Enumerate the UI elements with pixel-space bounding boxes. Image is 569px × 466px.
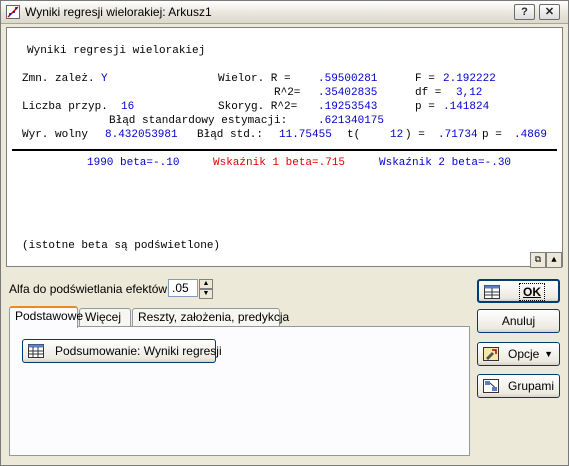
p2-value: .4869	[514, 129, 548, 141]
spin-up-icon[interactable]: ▲	[199, 279, 213, 289]
dep-value: Y	[101, 73, 108, 85]
ok-table-icon	[484, 285, 500, 299]
title-bar[interactable]: Wyniki regresji wielorakiej: Arkusz1 ? ✕	[1, 1, 568, 24]
beta-1990: 1990 beta=-.10	[87, 157, 180, 169]
beta-wskaznik-2: Wskaźnik 2 beta=-.30	[379, 157, 512, 169]
bstd-label: Błąd std.:	[197, 129, 264, 141]
t-df: 12	[390, 129, 404, 141]
window-title: Wyniki regresji wielorakiej: Arkusz1	[25, 5, 212, 19]
dialog-window: Wyniki regresji wielorakiej: Arkusz1 ? ✕…	[0, 0, 569, 466]
options-icon	[483, 347, 499, 361]
skoryg-value: .19253543	[318, 101, 378, 113]
controls-area: Alfa do podświetlania efektów: ▲ ▼ Podst…	[1, 271, 568, 466]
options-button[interactable]: Opcje ▼	[477, 342, 560, 366]
close-button[interactable]: ✕	[539, 4, 560, 20]
cancel-button[interactable]: Anuluj	[477, 309, 560, 333]
ok-button[interactable]: OK	[477, 279, 560, 303]
alpha-label: Alfa do podświetlania efektów:	[9, 282, 171, 296]
t-value: .71734	[438, 129, 478, 141]
scroll-up-icon[interactable]: ▲	[546, 252, 562, 268]
alpha-spinner[interactable]: ▲ ▼	[199, 279, 213, 299]
f-value: 2.192222	[443, 73, 496, 85]
tab-panel: Podsumowanie: Wyniki regresji	[9, 326, 470, 456]
summary-button-label: Podsumowanie: Wyniki regresji	[55, 344, 222, 358]
spin-down-icon[interactable]: ▼	[199, 289, 213, 299]
options-button-label: Opcje	[508, 347, 540, 361]
report-separator	[12, 149, 557, 151]
wielor-label: Wielor. R =	[218, 73, 298, 85]
report-heading: Wyniki regresji wielorakiej	[27, 45, 206, 57]
intercept-label: Wyr. wolny	[22, 129, 89, 141]
r2-value: .35402835	[318, 87, 378, 99]
groups-button[interactable]: Grupami	[477, 374, 560, 398]
wielor-value: .59500281	[318, 73, 378, 85]
dropdown-caret-icon: ▼	[544, 349, 553, 359]
groups-button-label: Grupami	[508, 379, 555, 393]
bstd-value: 11.75455	[279, 129, 332, 141]
df-label: df =	[415, 87, 449, 99]
p2-label: p =	[482, 129, 502, 141]
t-mid: ) =	[405, 129, 425, 141]
copy-icon[interactable]: ⧉	[530, 252, 546, 268]
se-value: .621340175	[318, 115, 385, 127]
report-note: (istotne beta są podświetlone)	[22, 240, 221, 252]
n-label: Liczba przyp.	[22, 101, 108, 113]
t-label: t(	[347, 129, 361, 141]
regression-app-icon	[6, 5, 20, 19]
r2-label: R^2=	[274, 87, 308, 99]
f-label: F =	[415, 73, 442, 85]
p-label: p =	[415, 101, 442, 113]
se-label: Błąd standardowy estymacji:	[109, 115, 288, 127]
alpha-input[interactable]	[168, 279, 198, 297]
results-report: Wyniki regresji wielorakiej Zmn. zależ. …	[6, 27, 563, 268]
skoryg-label: Skoryg. R^2=	[218, 101, 304, 113]
ok-button-label: OK	[519, 283, 545, 301]
tab-reszty[interactable]: Reszty, założenia, predykcja	[132, 308, 289, 327]
df-value: 3,12	[456, 87, 483, 99]
dep-label: Zmn. zależ.	[22, 73, 95, 85]
tab-podstawowe[interactable]: Podstawowe	[9, 306, 83, 328]
summary-button[interactable]: Podsumowanie: Wyniki regresji	[22, 339, 222, 363]
beta-wskaznik-1: Wskaźnik 1 beta=.715	[213, 157, 346, 169]
groups-icon	[483, 379, 499, 393]
p-value: .141824	[443, 101, 490, 113]
summary-table-icon	[28, 344, 44, 358]
intercept-value: 8.432053981	[105, 129, 178, 141]
n-value: 16	[121, 101, 135, 113]
help-button[interactable]: ?	[514, 4, 535, 20]
tab-wiecej[interactable]: Więcej	[79, 308, 131, 327]
